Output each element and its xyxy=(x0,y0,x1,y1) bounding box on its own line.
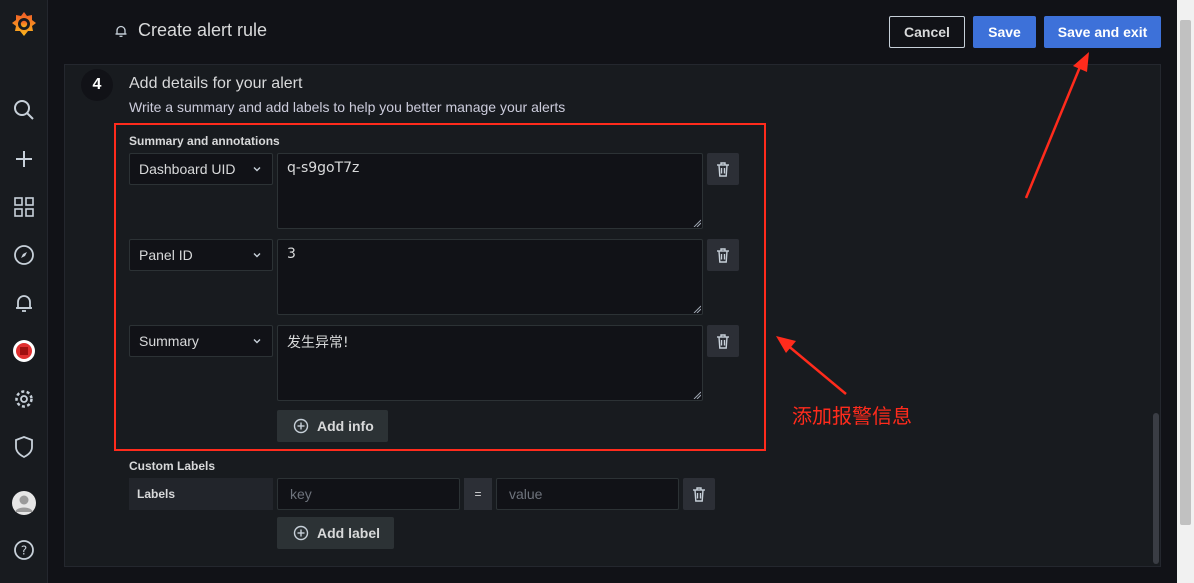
search-icon[interactable] xyxy=(0,94,48,126)
resize-handle-icon[interactable] xyxy=(693,305,701,313)
help-icon[interactable]: ? xyxy=(0,534,48,566)
chevron-down-icon xyxy=(253,167,261,172)
summary-annotations-label: Summary and annotations xyxy=(129,134,280,148)
save-and-exit-button[interactable]: Save and exit xyxy=(1044,16,1161,48)
label-value-input[interactable]: value xyxy=(496,478,679,510)
label-key-placeholder: key xyxy=(290,486,312,502)
label-key-input[interactable]: key xyxy=(277,478,460,510)
annotation-key-select[interactable]: Panel ID xyxy=(129,239,273,271)
trash-icon xyxy=(717,247,729,263)
step-description: Write a summary and add labels to help y… xyxy=(129,99,566,115)
label-value-placeholder: value xyxy=(509,486,543,502)
annotation-value-textarea[interactable]: q-s9goT7z xyxy=(277,153,703,229)
annotation-key-select[interactable]: Summary xyxy=(129,325,273,357)
add-info-button[interactable]: Add info xyxy=(277,410,388,442)
panel-scrollbar[interactable] xyxy=(1153,413,1159,564)
user-avatar-icon[interactable] xyxy=(0,487,48,519)
browser-scrollbar-thumb[interactable] xyxy=(1180,20,1191,525)
dashboards-icon[interactable] xyxy=(0,191,48,223)
delete-annotation-button[interactable] xyxy=(707,325,739,357)
chevron-down-icon xyxy=(253,339,261,344)
plus-circle-icon xyxy=(293,525,309,541)
annotation-note: 添加报警信息 xyxy=(792,404,912,428)
save-button[interactable]: Save xyxy=(973,16,1036,48)
bell-icon xyxy=(115,25,127,37)
delete-label-button[interactable] xyxy=(683,478,715,510)
labels-tag: Labels xyxy=(129,478,273,510)
sidebar: ? xyxy=(0,0,48,583)
plugin-badge-icon[interactable] xyxy=(0,335,48,367)
annotation-value-text: 发生异常! xyxy=(287,335,349,351)
annotation-value-text: 3 xyxy=(287,246,296,262)
delete-annotation-button[interactable] xyxy=(707,239,739,271)
page-title: Create alert rule xyxy=(138,20,268,40)
trash-icon xyxy=(693,486,705,502)
title-group: Create alert rule xyxy=(114,20,267,41)
explore-compass-icon[interactable] xyxy=(0,239,48,271)
step-title: Add details for your alert xyxy=(129,75,303,92)
annotation-value-text: q-s9goT7z xyxy=(287,160,360,176)
step-number: 4 xyxy=(81,69,113,101)
annotation-key-select[interactable]: Dashboard UID xyxy=(129,153,273,185)
plus-circle-icon xyxy=(293,418,309,434)
cancel-button[interactable]: Cancel xyxy=(889,16,965,48)
trash-icon xyxy=(717,161,729,177)
trash-icon xyxy=(717,333,729,349)
annotation-value-textarea[interactable]: 发生异常! xyxy=(277,325,703,401)
grafana-logo-icon[interactable] xyxy=(0,8,48,40)
alert-bell-icon[interactable] xyxy=(0,287,48,319)
equals-sign: = xyxy=(464,478,492,510)
add-label-button[interactable]: Add label xyxy=(277,517,395,549)
annotation-key-value: Dashboard UID xyxy=(139,161,236,177)
plus-icon[interactable] xyxy=(0,143,48,175)
add-info-label: Add info xyxy=(317,418,374,434)
shield-icon[interactable] xyxy=(0,431,48,463)
annotation-key-value: Summary xyxy=(139,333,199,349)
gear-icon[interactable] xyxy=(0,383,48,415)
resize-handle-icon[interactable] xyxy=(693,391,701,399)
resize-handle-icon[interactable] xyxy=(693,219,701,227)
annotation-key-value: Panel ID xyxy=(139,247,193,263)
custom-labels-label: Custom Labels xyxy=(129,459,216,473)
chevron-down-icon xyxy=(253,253,261,258)
svg-text:?: ? xyxy=(21,544,27,558)
delete-annotation-button[interactable] xyxy=(707,153,739,185)
add-label-label: Add label xyxy=(317,525,381,541)
annotation-value-textarea[interactable]: 3 xyxy=(277,239,703,315)
